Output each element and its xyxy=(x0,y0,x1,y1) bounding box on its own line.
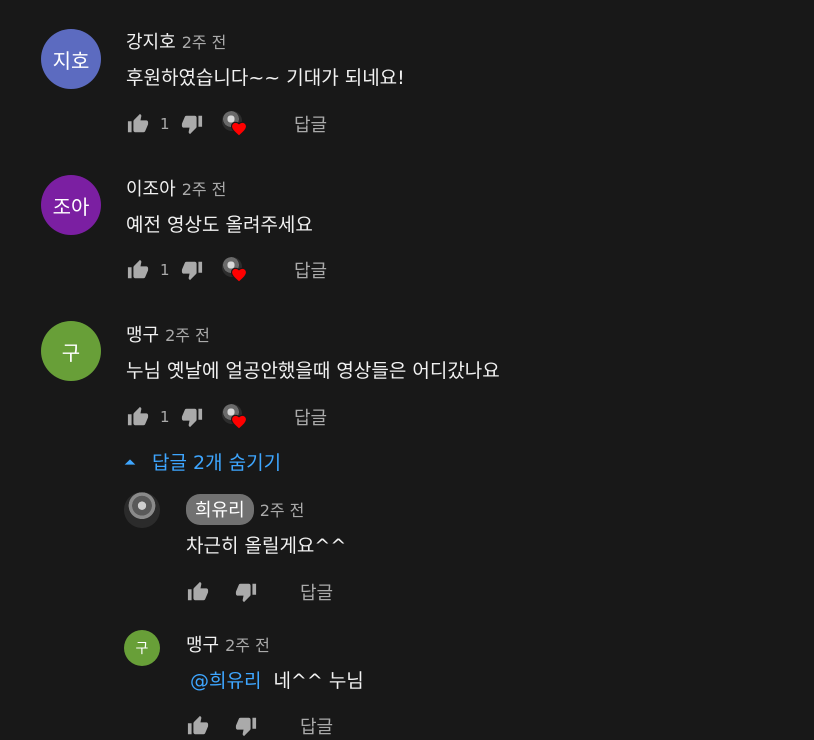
reply-button[interactable]: 답글 xyxy=(294,257,327,283)
thumbs-down-icon xyxy=(181,408,203,428)
reply-body: 네^^ 누님 xyxy=(273,670,364,692)
reply-button[interactable]: 답글 xyxy=(294,404,327,430)
hide-replies-label: 답글 2개 숨기기 xyxy=(152,452,282,474)
creator-avatar[interactable] xyxy=(124,492,160,528)
like-button[interactable] xyxy=(186,714,210,738)
like-button[interactable] xyxy=(186,580,210,604)
thumbs-down-icon xyxy=(181,261,203,281)
reply-text: @희유리 네^^ 누님 xyxy=(186,666,364,693)
comment-time[interactable]: 2주 전 xyxy=(182,29,227,53)
heart-icon xyxy=(230,121,248,137)
creator-heart xyxy=(222,404,248,430)
comment-actions: 1 답글 xyxy=(126,256,327,284)
comment-actions: 1 답글 xyxy=(126,110,327,138)
like-count: 1 xyxy=(160,115,170,133)
author-name[interactable]: 강지호 xyxy=(126,28,176,54)
creator-author-badge[interactable]: 희유리 xyxy=(186,494,254,525)
avatar[interactable]: 구 xyxy=(124,630,160,666)
dislike-button[interactable] xyxy=(180,112,204,136)
thumbs-down-icon xyxy=(235,583,257,603)
dislike-button[interactable] xyxy=(234,580,258,604)
comment-header: 강지호 2주 전 xyxy=(126,28,226,54)
reply-button[interactable]: 답글 xyxy=(300,579,333,605)
comment-header: 맹구 2주 전 xyxy=(126,321,210,347)
creator-heart xyxy=(222,257,248,283)
author-name[interactable]: 맹구 xyxy=(186,631,219,657)
dislike-button[interactable] xyxy=(180,405,204,429)
thumbs-up-icon xyxy=(127,406,149,426)
comment-text: 후원하였습니다~~ 기대가 되네요! xyxy=(126,67,405,89)
heart-icon xyxy=(230,414,248,430)
avatar[interactable]: 조아 xyxy=(41,175,101,235)
author-name[interactable]: 맹구 xyxy=(126,321,159,347)
author-name[interactable]: 이조아 xyxy=(126,175,176,201)
dislike-button[interactable] xyxy=(180,258,204,282)
comment-header: 이조아 2주 전 xyxy=(126,175,226,201)
reply-button[interactable]: 답글 xyxy=(294,111,327,137)
reply-time[interactable]: 2주 전 xyxy=(260,497,305,521)
thumbs-up-icon xyxy=(187,715,209,735)
thumbs-up-icon xyxy=(127,259,149,279)
comment-text: 누님 옛날에 얼공안했을때 영상들은 어디갔나요 xyxy=(126,360,500,382)
thumbs-down-icon xyxy=(235,717,257,737)
like-button[interactable] xyxy=(126,258,150,282)
creator-heart xyxy=(222,111,248,137)
like-button[interactable] xyxy=(126,112,150,136)
like-button[interactable] xyxy=(126,405,150,429)
dislike-button[interactable] xyxy=(234,714,258,738)
like-count: 1 xyxy=(160,408,170,426)
thumbs-up-icon xyxy=(187,581,209,601)
mention-link[interactable]: @희유리 xyxy=(190,670,261,692)
hide-replies-button[interactable]: 답글 2개 숨기기 xyxy=(122,448,281,475)
reply-time[interactable]: 2주 전 xyxy=(225,632,270,656)
chevron-up-icon xyxy=(124,458,136,465)
reply-header: 희유리 2주 전 xyxy=(186,494,304,525)
avatar[interactable]: 지호 xyxy=(41,29,101,89)
reply-header: 맹구 2주 전 xyxy=(186,631,270,657)
reply-button[interactable]: 답글 xyxy=(300,713,333,739)
heart-icon xyxy=(230,267,248,283)
avatar[interactable]: 구 xyxy=(41,321,101,381)
comment-time[interactable]: 2주 전 xyxy=(182,176,227,200)
thumbs-down-icon xyxy=(181,115,203,135)
comment-text: 예전 영상도 올려주세요 xyxy=(126,214,313,236)
comment-actions: 1 답글 xyxy=(126,403,327,431)
reply-actions: 답글 xyxy=(186,578,333,606)
comment-time[interactable]: 2주 전 xyxy=(165,322,210,346)
thumbs-up-icon xyxy=(127,113,149,133)
reply-text: 차근히 올릴게요^^ xyxy=(186,535,347,557)
like-count: 1 xyxy=(160,261,170,279)
reply-actions: 답글 xyxy=(186,712,333,740)
